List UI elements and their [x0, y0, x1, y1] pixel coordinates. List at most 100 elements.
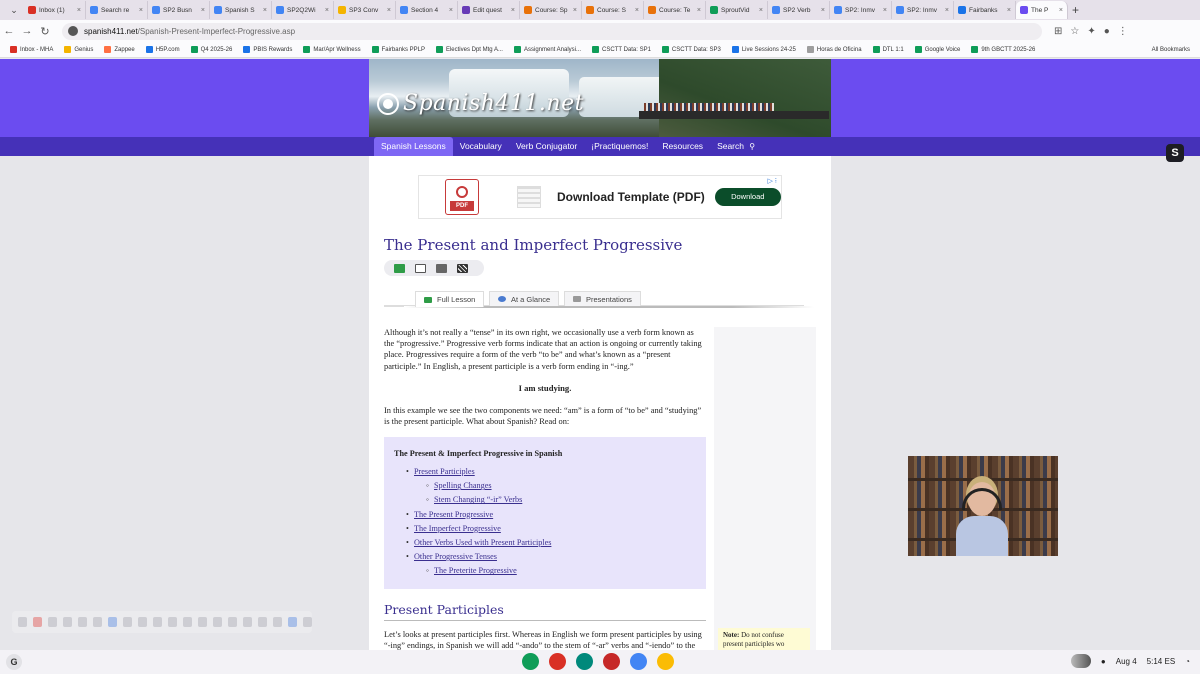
- taskbar-app-icon[interactable]: [576, 653, 593, 670]
- collapse-icon[interactable]: [303, 617, 312, 627]
- taskbar-app-icon[interactable]: [603, 653, 620, 670]
- browser-tab[interactable]: SP2 Busn ×: [148, 1, 210, 19]
- drag-handle-icon[interactable]: [18, 617, 27, 627]
- tab-close-icon[interactable]: ×: [449, 7, 453, 14]
- bookmark-item[interactable]: CSCTT Data: SP3: [661, 46, 721, 53]
- ad-title[interactable]: Download Template (PDF): [557, 190, 705, 204]
- bookmark-item[interactable]: Inbox - MHA: [10, 46, 53, 53]
- nav-item-2[interactable]: Verb Conjugator: [509, 137, 584, 156]
- toc-link[interactable]: Spelling Changes: [384, 479, 551, 493]
- bookmark-star-icon[interactable]: ☆: [1070, 26, 1079, 37]
- stop-recording-icon[interactable]: [33, 617, 42, 627]
- browser-tab[interactable]: Course: S ×: [582, 1, 644, 19]
- site-info-icon[interactable]: [68, 26, 78, 36]
- all-bookmarks-button[interactable]: All Bookmarks: [1152, 47, 1190, 53]
- screencast-extension-button[interactable]: S: [1166, 144, 1184, 162]
- browser-tab[interactable]: SP2 Verb ×: [768, 1, 830, 19]
- browser-tab[interactable]: Search re ×: [86, 1, 148, 19]
- arrow-icon[interactable]: [183, 617, 192, 627]
- profile-icon[interactable]: ●: [1104, 26, 1110, 37]
- browser-tab[interactable]: Spanish S ×: [210, 1, 272, 19]
- tab-close-icon[interactable]: ×: [945, 7, 949, 14]
- blur-icon[interactable]: [258, 617, 267, 627]
- browser-tab[interactable]: SP2Q2Wi ×: [272, 1, 334, 19]
- nav-item-5[interactable]: Search ⚲: [710, 137, 762, 156]
- ad-banner[interactable]: PDF Download Template (PDF) Download ▷ ⁝: [418, 175, 782, 219]
- cursor-icon[interactable]: [108, 617, 117, 627]
- toc-link[interactable]: Other Progressive Tenses: [384, 550, 551, 564]
- toc-link[interactable]: Stem Changing “-ir” Verbs: [384, 493, 551, 507]
- pause-icon[interactable]: [48, 617, 57, 627]
- restart-icon[interactable]: [63, 617, 72, 627]
- browser-tab[interactable]: The P ×: [1016, 1, 1068, 19]
- taskbar-app-icon[interactable]: [549, 653, 566, 670]
- notification-icon[interactable]: ●: [1101, 657, 1106, 666]
- emoji-icon[interactable]: [243, 617, 252, 627]
- taskbar-app-icon[interactable]: [657, 653, 674, 670]
- toc-link[interactable]: Present Participles: [384, 465, 551, 479]
- bookmark-item[interactable]: 9th GBCTT 2025-26: [971, 46, 1035, 53]
- taskbar-app-icon[interactable]: [522, 653, 539, 670]
- toc-link[interactable]: Other Verbs Used with Present Participle…: [384, 536, 551, 550]
- bookmark-item[interactable]: DTL 1:1: [872, 46, 904, 53]
- site-logo[interactable]: Spanish411.net: [377, 91, 584, 116]
- tab-close-icon[interactable]: ×: [883, 7, 887, 14]
- qr-code-icon[interactable]: [457, 263, 468, 273]
- toc-link[interactable]: The Present Progressive: [384, 508, 551, 522]
- taskbar-app-icon[interactable]: [630, 653, 647, 670]
- bookmark-item[interactable]: Mar/Apr Wellness: [303, 46, 361, 53]
- tab-close-icon[interactable]: ×: [325, 7, 329, 14]
- system-tray[interactable]: ● Aug 4 5:14 ES ◔: [1070, 654, 1190, 668]
- browser-tab[interactable]: Inbox (1) ×: [24, 1, 86, 19]
- ad-download-button[interactable]: Download: [714, 188, 781, 206]
- browser-tab[interactable]: Section 4 ×: [396, 1, 458, 19]
- tab-search-icon[interactable]: ⌄: [7, 3, 21, 17]
- browser-tab[interactable]: Fairbanks ×: [954, 1, 1016, 19]
- camera-icon[interactable]: [288, 617, 297, 627]
- rectangle-icon[interactable]: [168, 617, 177, 627]
- eraser-icon[interactable]: [213, 617, 222, 627]
- browser-tab[interactable]: Course: Te ×: [644, 1, 706, 19]
- browser-tab[interactable]: Course: Sp ×: [520, 1, 582, 19]
- tab-close-icon[interactable]: ×: [573, 7, 577, 14]
- tab-close-icon[interactable]: ×: [511, 7, 515, 14]
- bookmark-item[interactable]: Fairbanks PPLP: [371, 46, 425, 53]
- bookmark-item[interactable]: H5P.com: [145, 46, 180, 53]
- new-tab-icon[interactable]: +: [1072, 3, 1086, 17]
- bookmark-item[interactable]: PBIS Rewards: [243, 46, 292, 53]
- add-bookmark-icon[interactable]: [394, 263, 405, 273]
- tab-close-icon[interactable]: ×: [387, 7, 391, 14]
- ad-choices-icon[interactable]: ▷ ⁝: [767, 177, 777, 185]
- browser-tab[interactable]: SP3 Conv ×: [334, 1, 396, 19]
- bookmark-item[interactable]: CSCTT Data: SP1: [592, 46, 651, 53]
- extensions-icon[interactable]: ✦: [1087, 26, 1095, 37]
- bookmark-item[interactable]: Horas de Oficina: [806, 46, 862, 53]
- tab-presentations[interactable]: Presentations: [564, 291, 641, 306]
- address-bar[interactable]: spanish411.net/Spanish-Present-Imperfect…: [62, 22, 1042, 40]
- user-avatar[interactable]: [1070, 654, 1091, 668]
- bookmark-item[interactable]: Q4 2025-26: [190, 46, 232, 53]
- wifi-icon[interactable]: ◔: [1185, 657, 1190, 666]
- tab-close-icon[interactable]: ×: [77, 7, 81, 14]
- tab-close-icon[interactable]: ×: [139, 7, 143, 14]
- bookmark-item[interactable]: Genius: [64, 46, 93, 53]
- tab-close-icon[interactable]: ×: [263, 7, 267, 14]
- launcher-button[interactable]: G: [6, 654, 22, 670]
- text-icon[interactable]: [198, 617, 207, 627]
- email-icon[interactable]: [415, 263, 426, 273]
- nav-item-3[interactable]: ¡Practiquemos!: [584, 137, 655, 156]
- spotlight-icon[interactable]: [153, 617, 162, 627]
- nav-item-1[interactable]: Vocabulary: [453, 137, 509, 156]
- tab-close-icon[interactable]: ×: [1059, 7, 1063, 14]
- bookmark-item[interactable]: Assignment Analysi...: [513, 46, 581, 53]
- forward-icon[interactable]: →: [18, 25, 36, 37]
- tab-close-icon[interactable]: ×: [635, 7, 639, 14]
- back-icon[interactable]: ←: [0, 25, 18, 37]
- bookmark-item[interactable]: Google Voice: [914, 46, 960, 53]
- translate-icon[interactable]: ⊞: [1054, 26, 1062, 37]
- delete-icon[interactable]: [78, 617, 87, 627]
- browser-tab[interactable]: SP2: Inmv ×: [892, 1, 954, 19]
- bookmark-item[interactable]: Electives Dpt Mtg A...: [435, 46, 503, 53]
- tab-close-icon[interactable]: ×: [201, 7, 205, 14]
- toc-link[interactable]: The Imperfect Progressive: [384, 522, 551, 536]
